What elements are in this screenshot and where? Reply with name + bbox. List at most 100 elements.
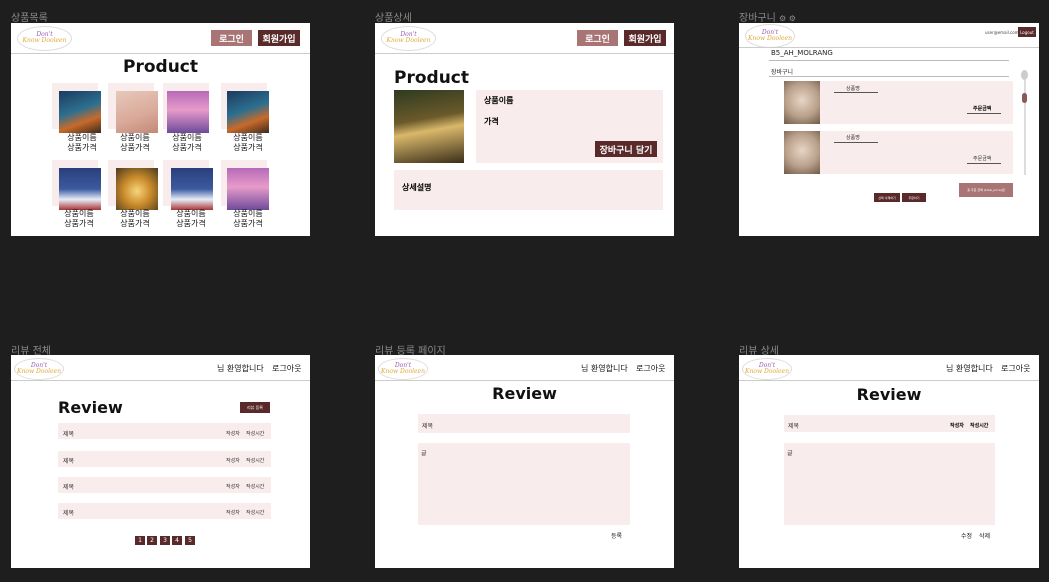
review-row-title: 제목 (63, 510, 75, 517)
product-thumbnail[interactable] (227, 168, 269, 210)
submit-button[interactable]: 등록 (611, 531, 622, 540)
page-button[interactable]: 1 (135, 536, 145, 545)
product-description-panel (394, 170, 663, 210)
review-row-title: 제목 (63, 484, 75, 491)
header-divider (739, 47, 1039, 48)
username: B5_AH_MOLRANG (771, 49, 833, 57)
header-divider (11, 380, 310, 381)
frame-product-list: Don't Know Dooleen 로그인 회원가입 Product 상품이름 상… (11, 23, 310, 236)
login-button[interactable]: 로그인 (211, 30, 252, 46)
page-button[interactable]: 3 (160, 536, 170, 545)
product-caption[interactable]: 상품이름 상품가격 (157, 133, 217, 152)
select-delete-button[interactable]: 선택 삭제하기 (874, 193, 900, 202)
cart-item-amount: 주문금액 (973, 106, 992, 112)
login-button[interactable]: 로그인 (577, 30, 618, 46)
page-button[interactable]: 5 (185, 536, 195, 545)
item-underline (834, 142, 878, 143)
edit-button[interactable]: 수정 (961, 531, 972, 540)
username-underline (769, 60, 1009, 61)
page-title: Review (856, 385, 922, 404)
product-caption[interactable]: 상품이름 상품가격 (218, 209, 278, 228)
frame-label-product-list: 상품목록 (11, 13, 48, 24)
product-caption[interactable]: 상품이름 상품가격 (161, 209, 221, 228)
review-row-author: 작성자 (226, 458, 240, 464)
product-thumbnail[interactable] (116, 91, 158, 133)
product-caption[interactable]: 상품이름 상품가격 (105, 133, 165, 152)
cart-item-amount: 주문금액 (973, 156, 992, 162)
header-divider (739, 380, 1039, 381)
add-to-cart-button[interactable]: 장바구니 담기 (595, 141, 657, 157)
welcome-text: 님 환영합니다 (581, 364, 628, 373)
product-thumbnail[interactable] (116, 168, 158, 210)
frame-cart: Don't Know Dooleen user@email.com Logout … (739, 23, 1039, 236)
header-divider (11, 53, 310, 54)
page-title: Product (123, 57, 198, 77)
review-title: 제목 (788, 423, 800, 430)
frame-review-detail: Don't Know Dooleen 님 환영합니다 로그아웃 Review 제목… (739, 355, 1039, 568)
register-review-button[interactable]: 리뷰 등록 (240, 402, 270, 413)
logout-link[interactable]: 로그아웃 (272, 363, 301, 374)
scrollbar-thumb[interactable] (1022, 93, 1027, 103)
review-row-time: 작성시간 (246, 510, 265, 516)
delete-button[interactable]: 삭제 (979, 531, 990, 540)
product-thumbnail[interactable] (59, 168, 101, 210)
review-time: 작성시간 (970, 423, 989, 429)
frame-product-detail: Don't Know Dooleen 로그인 회원가입 Product 상품이름 … (375, 23, 674, 236)
product-thumbnail[interactable] (171, 168, 213, 210)
amount-underline (967, 113, 1001, 114)
review-row-title: 제목 (63, 431, 75, 438)
review-row-time: 작성시간 (246, 431, 265, 437)
user-email: user@email.com (985, 30, 1019, 35)
settings-icon: ⚙ ⚙ (779, 14, 796, 23)
review-row-author: 작성자 (226, 510, 240, 516)
cart-section-title: 장바구니 (771, 69, 794, 76)
page-title: Review (492, 384, 557, 403)
review-row-author: 작성자 (226, 484, 240, 490)
logout-button[interactable]: Logout (1018, 27, 1036, 37)
title-input-label: 제목 (422, 423, 434, 430)
page-title: Review (58, 398, 123, 417)
logo[interactable]: Don't Know Dooleen (378, 358, 428, 380)
review-row-title: 제목 (63, 458, 75, 465)
signup-button[interactable]: 회원가입 (624, 30, 666, 46)
logout-link[interactable]: 로그아웃 (1001, 363, 1030, 374)
review-body-panel (784, 443, 995, 525)
header-divider (375, 380, 674, 381)
cart-item-image (784, 81, 820, 124)
page-button[interactable]: 2 (147, 536, 157, 545)
item-underline (834, 92, 878, 93)
frame-review-write: Don't Know Dooleen 님 환영합니다 로그아웃 Review 제목… (375, 355, 674, 568)
body-textarea[interactable] (418, 443, 630, 525)
body-textarea-label: 글 (421, 450, 427, 457)
logo[interactable]: Don't Know Dooleen (745, 24, 795, 48)
cart-item-image (784, 131, 820, 174)
product-image (394, 90, 464, 163)
logo[interactable]: Don't Know Dooleen (17, 26, 72, 51)
order-button[interactable]: 주문하기 (902, 193, 926, 202)
page-button[interactable]: 4 (172, 536, 182, 545)
page-title: Product (394, 68, 469, 88)
signup-button[interactable]: 회원가입 (258, 30, 300, 46)
logo[interactable]: Don't Know Dooleen (742, 358, 792, 380)
welcome-text: 님 환영합니다 (217, 364, 264, 373)
product-caption[interactable]: 상품이름 상품가격 (49, 209, 109, 228)
header-divider (375, 53, 674, 54)
product-thumbnail[interactable] (227, 91, 269, 133)
cart-item-name: 상품명 (846, 135, 860, 141)
product-thumbnail[interactable] (167, 91, 209, 133)
description-label: 상세설명 (402, 183, 432, 192)
logo[interactable]: Don't Know Dooleen (14, 358, 64, 380)
logo[interactable]: Don't Know Dooleen (381, 26, 436, 51)
product-caption[interactable]: 상품이름 상품가격 (105, 209, 165, 228)
review-author: 작성자 (950, 423, 964, 429)
logout-link[interactable]: 로그아웃 (636, 363, 665, 374)
product-thumbnail[interactable] (59, 91, 101, 133)
product-caption[interactable]: 상품이름 상품가격 (52, 133, 112, 152)
amount-underline (967, 163, 1001, 164)
welcome-text: 님 환영합니다 (946, 364, 993, 373)
product-price-label: 가격 (484, 117, 499, 126)
scrollbar-thumb-top[interactable] (1021, 70, 1028, 80)
product-caption[interactable]: 상품이름 상품가격 (218, 133, 278, 152)
title-input[interactable] (418, 414, 630, 433)
frame-label-cart: 장바구니 ⚙ ⚙ (739, 13, 796, 24)
